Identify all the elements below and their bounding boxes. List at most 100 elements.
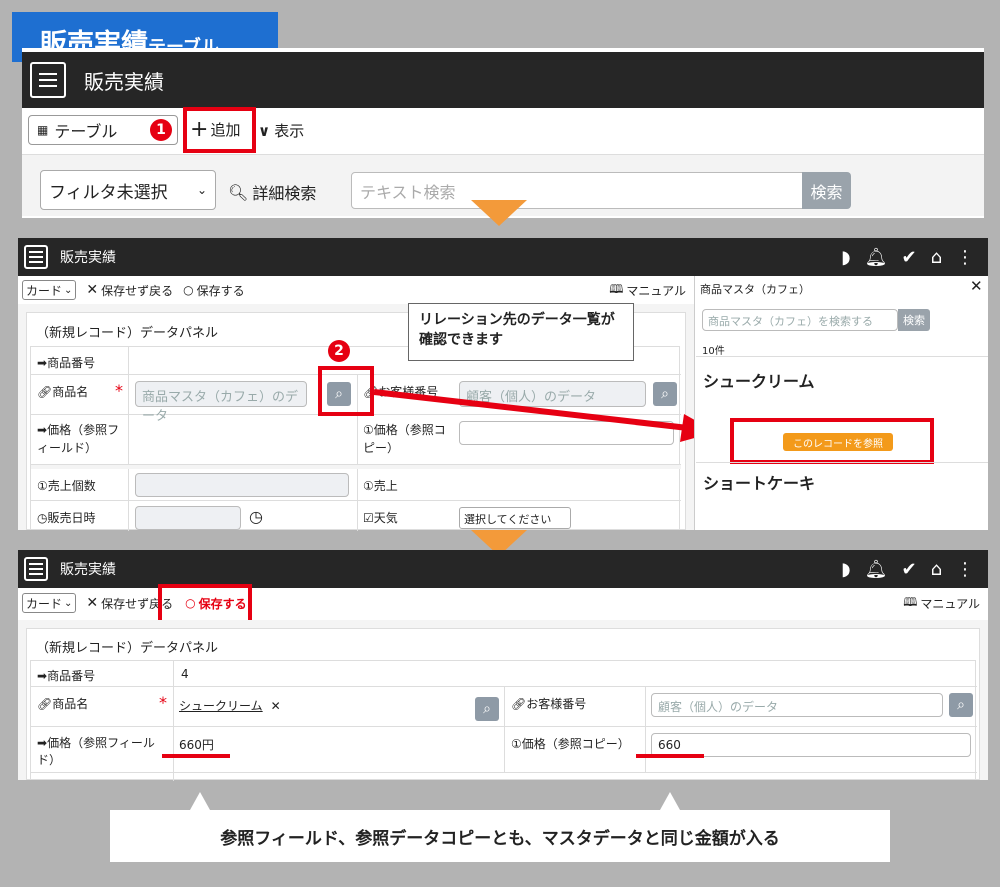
screen1-app-bar: 販売実績 [22,52,984,108]
plus-icon: + [190,117,209,142]
qty-label: ①売上個数 [37,479,96,493]
beginner-icon[interactable]: ◗ [841,559,850,580]
underline-ref-copy [636,754,704,758]
text-search-placeholder: テキスト検索 [360,182,456,202]
view-toggle[interactable]: ∨ 表示 [258,120,304,141]
beginner-icon[interactable]: ◗ [841,247,850,268]
side-item-1[interactable]: シュークリーム [703,368,815,392]
price-ref-field-label: ➡価格（参照フィールド） [37,736,155,767]
screen3-app-title: 販売実績 [60,562,116,578]
callout-text: リレーション先のデータ一覧が確認できます [419,312,615,348]
screen3-app-bar: 販売実績 ◗ 🔔︎ ✔ ⌂ ⋮ [18,550,988,588]
add-button[interactable]: + 追加 [190,117,240,142]
manual-link[interactable]: 🕮 マニュアル [609,280,686,301]
close-icon: ✕ [86,595,99,611]
product-name-label: 🔗︎商品名 [37,697,89,711]
required-mark: * [159,693,167,712]
check-icon[interactable]: ✔ [901,559,916,580]
chevron-down-icon: ⌄ [64,284,73,296]
screen2-app-bar: 販売実績 ◗ 🔔︎ ✔ ⌂ ⋮ [18,238,988,276]
discard-back-button[interactable]: ✕ 保存せず戻る [86,282,173,299]
step-badge-2: 2 [328,340,350,362]
filter-select-value: フィルタ未選択 [49,182,168,203]
detail-search-label: 詳細検索 [252,184,317,203]
step-badge-1: 1 [150,119,172,141]
row-price: ➡価格（参照フィールド） 660円 ①価格（参照コピー） 660 [31,727,977,773]
screen2-panel-title: （新規レコード）データパネル [36,326,219,341]
screen3-panel-title: （新規レコード）データパネル [36,641,219,656]
clock-icon[interactable]: ◷ [249,507,263,526]
customer-no-label: 🔗︎お客様番号 [511,697,587,711]
detail-search-button[interactable]: 🔍︎ 詳細検索 [228,180,316,204]
side-result-count: 10件 [702,346,725,357]
datetime-label: ◷販売日時 [37,511,96,525]
text-search-input[interactable]: テキスト検索 [351,172,803,209]
search-icon[interactable]: ⌕ [949,693,973,717]
screen3-header-icons: ◗ 🔔︎ ✔ ⌂ ⋮ [841,559,974,580]
screen2-app-title: 販売実績 [60,250,116,266]
flow-arrow-1 [471,200,527,226]
table-icon: ▦ [37,123,49,137]
qty-input[interactable] [135,473,349,497]
side-item-2[interactable]: ショートケーキ [703,470,815,494]
row-product-no: ➡商品番号 4 [31,661,977,687]
chevron-down-icon: ∨ [258,121,271,140]
more-icon[interactable]: ⋮ [956,559,974,580]
mid-divider [357,469,358,501]
ref-record-button[interactable]: このレコードを参照 [783,433,893,451]
close-icon[interactable]: ✕ [271,699,281,713]
customer-no-input[interactable]: 顧客（個人）のデータ [651,693,943,717]
datetime-input[interactable] [135,506,241,530]
home-icon[interactable]: ⌂ [931,559,942,580]
row-datetime: ◷販売日時 ◷ ☑天気 選択してください [31,501,681,531]
manual-link[interactable]: 🕮 マニュアル [903,593,980,614]
screen2-toolbar: カード ⌄ ✕ 保存せず戻る ○ 保存する 🕮 マニュアル [18,276,694,304]
search-icon: 🔍︎ [228,182,249,202]
save-button[interactable]: ○ 保存する [183,282,245,299]
product-name-chip[interactable]: シュークリーム ✕ [179,697,281,714]
filter-select[interactable]: フィルタ未選択 ⌄ [40,170,216,210]
product-name-label: 🔗︎商品名 [37,385,89,399]
add-label: 追加 [210,121,241,139]
card-select[interactable]: カード ⌄ [22,280,77,300]
search-button[interactable]: 検索 [802,172,851,209]
mid-divider [357,501,358,531]
close-icon[interactable]: ✕ [970,277,983,295]
row-qty: ①売上個数 ①売上 [31,469,681,501]
sales-label: ①売上 [363,479,398,493]
menu-icon[interactable] [24,245,48,269]
caption-box: 参照フィールド、参照データコピーとも、マスタデータと同じ金額が入る [110,810,890,862]
side-search-input[interactable]: 商品マスタ（カフェ）を検索する [702,309,898,331]
side-search-button[interactable]: 検索 [898,309,930,331]
close-icon: ✕ [86,282,99,298]
search-button-highlight [318,366,374,416]
menu-icon[interactable] [30,62,66,98]
weather-label: ☑天気 [363,511,398,525]
bell-icon[interactable]: 🔔︎ [865,559,888,580]
product-name-input[interactable]: 商品マスタ（カフェ）のデータ [135,381,307,424]
check-icon[interactable]: ✔ [901,247,916,268]
screen2-header-icons: ◗ 🔔︎ ✔ ⌂ ⋮ [841,247,974,268]
table-label: テーブル [54,122,118,141]
view-label: 表示 [274,122,305,140]
bell-icon[interactable]: 🔔︎ [865,247,888,268]
callout-box: リレーション先のデータ一覧が確認できます [408,303,634,361]
label-col-divider-2 [645,687,646,727]
circle-icon: ○ [183,283,194,297]
menu-icon[interactable] [24,557,48,581]
more-icon[interactable]: ⋮ [956,247,974,268]
home-icon[interactable]: ⌂ [931,247,942,268]
mid-divider [504,687,505,727]
search-icon[interactable]: ⌕ [475,697,499,721]
book-icon: 🕮 [903,594,918,609]
caption-pointer-left [190,792,210,810]
side-panel-title: 商品マスタ（カフェ） [700,283,810,296]
chevron-down-icon: ⌄ [196,183,207,197]
price-ref-copy-label: ①価格（参照コピー） [511,737,630,751]
save-button-highlight [158,584,252,624]
weather-select[interactable]: 選択してください [459,507,571,529]
mid-divider [504,727,505,773]
screen3-form: ➡商品番号 4 🔗︎商品名 * シュークリーム ✕ ⌕ 🔗︎お客様番号 顧客（個… [30,660,977,781]
card-select[interactable]: カード ⌄ [22,593,77,613]
side-divider [696,356,988,357]
